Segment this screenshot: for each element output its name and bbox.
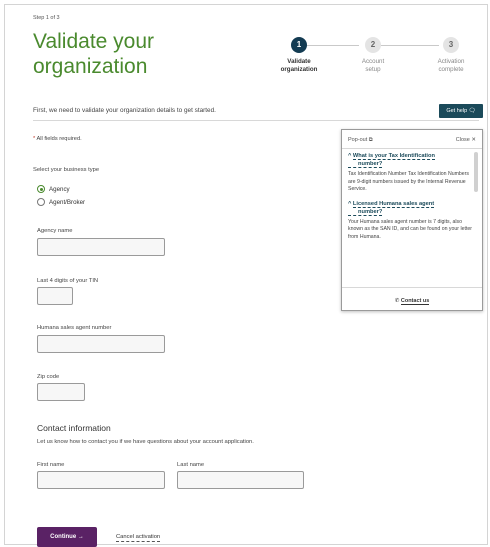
popout-button[interactable]: Pop-out ⧉ <box>348 137 373 143</box>
radio-checked-icon[interactable] <box>37 185 45 193</box>
last-name-label: Last name <box>177 462 205 468</box>
radio-label: Agency <box>49 185 70 193</box>
close-button[interactable]: Close ✕ <box>456 137 476 143</box>
faq-answer-tin: Tax Identification Number Tax Identifica… <box>348 171 470 193</box>
get-help-button[interactable]: Get help 🗨 <box>439 104 483 118</box>
help-panel-header: Pop-out ⧉ Close ✕ <box>348 137 476 144</box>
phone-icon: ✆ <box>394 298 400 304</box>
radio-agency[interactable]: Agency <box>37 185 70 193</box>
faq-question-sales-agent[interactable]: ^ Licensed Humana sales agent number? <box>348 200 472 216</box>
contact-section-title: Contact information <box>37 423 111 433</box>
sales-agent-number-input[interactable] <box>37 335 165 353</box>
sales-agent-number-label: Humana sales agent number <box>37 325 112 331</box>
help-chat-icon: 🗨 <box>468 108 476 114</box>
stepper-step-3: 3 Activation complete <box>419 37 483 74</box>
continue-button[interactable]: Continue → <box>37 527 97 547</box>
radio-label: Agent/Broker <box>49 198 86 206</box>
tin-label: Last 4 digits of your TIN <box>37 278 99 284</box>
progress-stepper: 1 Validate organization 2 Account setup … <box>267 37 479 85</box>
zip-code-label: Zip code <box>37 374 60 380</box>
intro-text: First, we need to validate your organiza… <box>33 107 216 114</box>
zip-code-input[interactable] <box>37 383 85 401</box>
first-name-label: First name <box>37 462 65 468</box>
panel-divider <box>342 148 482 149</box>
business-type-label: Select your business type <box>33 167 100 173</box>
help-panel: Pop-out ⧉ Close ✕ ^ What is your Tax Ide… <box>341 129 483 311</box>
radio-unchecked-icon[interactable] <box>37 198 45 206</box>
step-label: Activation complete <box>437 58 465 73</box>
page: Step 1 of 3 Validate your organization 1… <box>4 4 488 547</box>
first-name-input[interactable] <box>37 471 165 489</box>
tin-input[interactable] <box>37 287 73 305</box>
radio-agent-broker[interactable]: Agent/Broker <box>37 198 85 206</box>
step-indicator-text: Step 1 of 3 <box>33 15 60 21</box>
agency-name-input[interactable] <box>37 238 165 256</box>
agency-name-label: Agency name <box>37 228 73 234</box>
help-panel-body: ^ What is your Tax Identification number… <box>348 152 472 242</box>
panel-divider <box>342 287 482 288</box>
panel-scrollbar[interactable] <box>474 152 478 192</box>
step-label: Account setup <box>361 58 385 73</box>
page-title: Validate your organization <box>33 30 155 78</box>
faq-question-tin[interactable]: ^ What is your Tax Identification number… <box>348 152 472 168</box>
step-number-badge: 1 <box>291 37 307 53</box>
step-number-badge: 3 <box>443 37 459 53</box>
contact-us-link[interactable]: ✆ Contact us <box>342 298 482 305</box>
stepper-step-1: 1 Validate organization <box>267 37 331 74</box>
last-name-input[interactable] <box>177 471 304 489</box>
contact-section-subtitle: Let us know how to contact you if we hav… <box>37 439 254 445</box>
get-help-label: Get help <box>446 108 468 114</box>
section-divider <box>33 120 479 121</box>
contact-us-label: Contact us <box>400 298 430 305</box>
stepper-step-2: 2 Account setup <box>341 37 405 74</box>
step-number-badge: 2 <box>365 37 381 53</box>
cancel-activation-link[interactable]: Cancel activation <box>116 533 161 542</box>
required-note: * All fields required. <box>33 136 82 142</box>
step-label: Validate organization <box>280 58 318 73</box>
faq-answer-sales-agent: Your Humana sales agent number is 7 digi… <box>348 218 472 240</box>
